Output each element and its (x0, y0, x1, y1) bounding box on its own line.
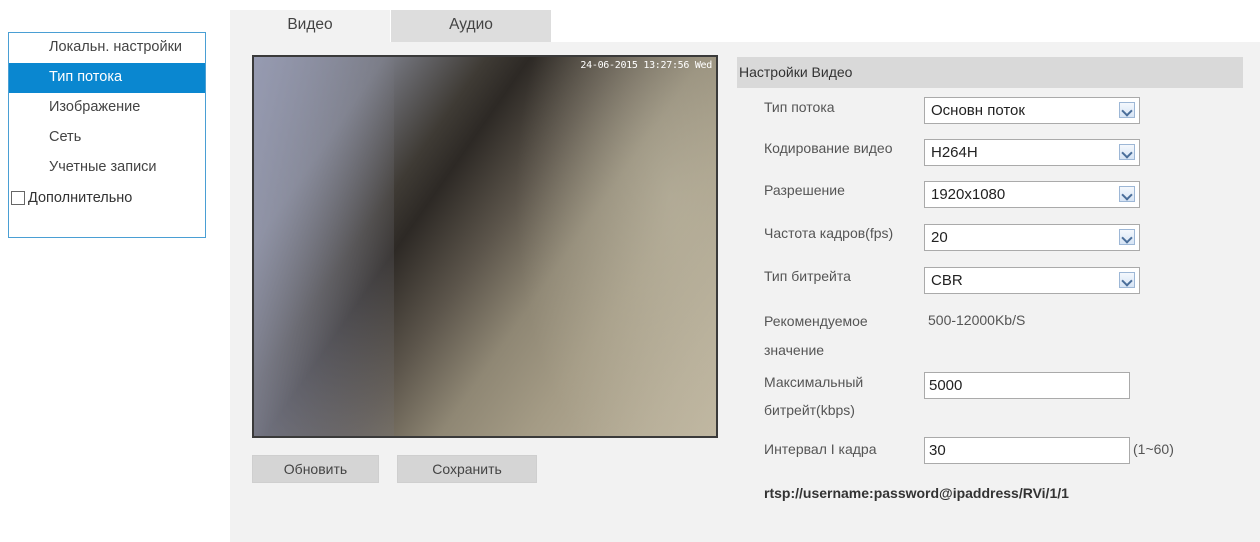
sidebar-item-network[interactable]: Сеть (9, 123, 205, 153)
recommended-label-line2: значение (764, 342, 825, 358)
bitrate-type-select[interactable]: CBR (924, 267, 1140, 294)
stream-type-label: Тип потока (764, 99, 835, 115)
recommended-label-line1: Рекомендуемое (764, 313, 868, 329)
tab-audio[interactable]: Аудио (391, 10, 551, 42)
tab-video[interactable]: Видео (230, 10, 390, 42)
save-button[interactable]: Сохранить (397, 455, 537, 483)
video-osd-timestamp: 24-06-2015 13:27:56 Wed (580, 60, 712, 71)
video-encoding-label: Кодирование видео (764, 140, 893, 156)
chevron-down-icon[interactable] (1119, 229, 1135, 245)
resolution-select[interactable]: 1920x1080 (924, 181, 1140, 208)
frame-rate-select[interactable]: 20 (924, 224, 1140, 251)
video-encoding-value: H264H (931, 144, 978, 161)
expand-checkbox-icon[interactable] (11, 191, 25, 205)
iframe-interval-label: Интервал I кадра (764, 441, 877, 457)
sidebar-item-accounts[interactable]: Учетные записи (9, 153, 205, 183)
video-preview: 24-06-2015 13:27:56 Wed (252, 55, 718, 438)
max-bitrate-label-line1: Максимальный (764, 374, 864, 390)
chevron-down-icon[interactable] (1119, 144, 1135, 160)
rtsp-url: rtsp://username:password@ipaddress/RVi/1… (764, 485, 1069, 501)
iframe-interval-range: (1~60) (1133, 441, 1174, 457)
chevron-down-icon[interactable] (1119, 272, 1135, 288)
sidebar-item-stream-type[interactable]: Тип потока (9, 63, 205, 93)
stream-type-select[interactable]: Основн поток (924, 97, 1140, 124)
bitrate-type-label: Тип битрейта (764, 268, 851, 284)
sidebar-item-advanced-label: Дополнительно (28, 190, 133, 206)
refresh-button[interactable]: Обновить (252, 455, 379, 483)
frame-rate-value: 20 (931, 229, 948, 246)
iframe-interval-input[interactable]: 30 (924, 437, 1130, 464)
chevron-down-icon[interactable] (1119, 186, 1135, 202)
sidebar-item-image[interactable]: Изображение (9, 93, 205, 123)
frame-rate-label: Частота кадров(fps) (764, 225, 894, 241)
sidebar-item-advanced[interactable]: Дополнительно (9, 183, 205, 213)
video-encoding-select[interactable]: H264H (924, 139, 1140, 166)
settings-header: Настройки Видео (737, 57, 1243, 88)
max-bitrate-input[interactable]: 5000 (924, 372, 1130, 399)
bitrate-type-value: CBR (931, 272, 963, 289)
sidebar-menu: Локальн. настройки Тип потока Изображени… (8, 32, 206, 238)
chevron-down-icon[interactable] (1119, 102, 1135, 118)
resolution-value: 1920x1080 (931, 186, 1006, 203)
recommended-value: 500-12000Kb/S (928, 312, 1026, 328)
stream-type-value: Основн поток (931, 102, 1025, 119)
sidebar-item-local-settings[interactable]: Локальн. настройки (9, 33, 205, 63)
resolution-label: Разрешение (764, 182, 845, 198)
max-bitrate-label-line2: битрейт(kbps) (764, 402, 855, 418)
